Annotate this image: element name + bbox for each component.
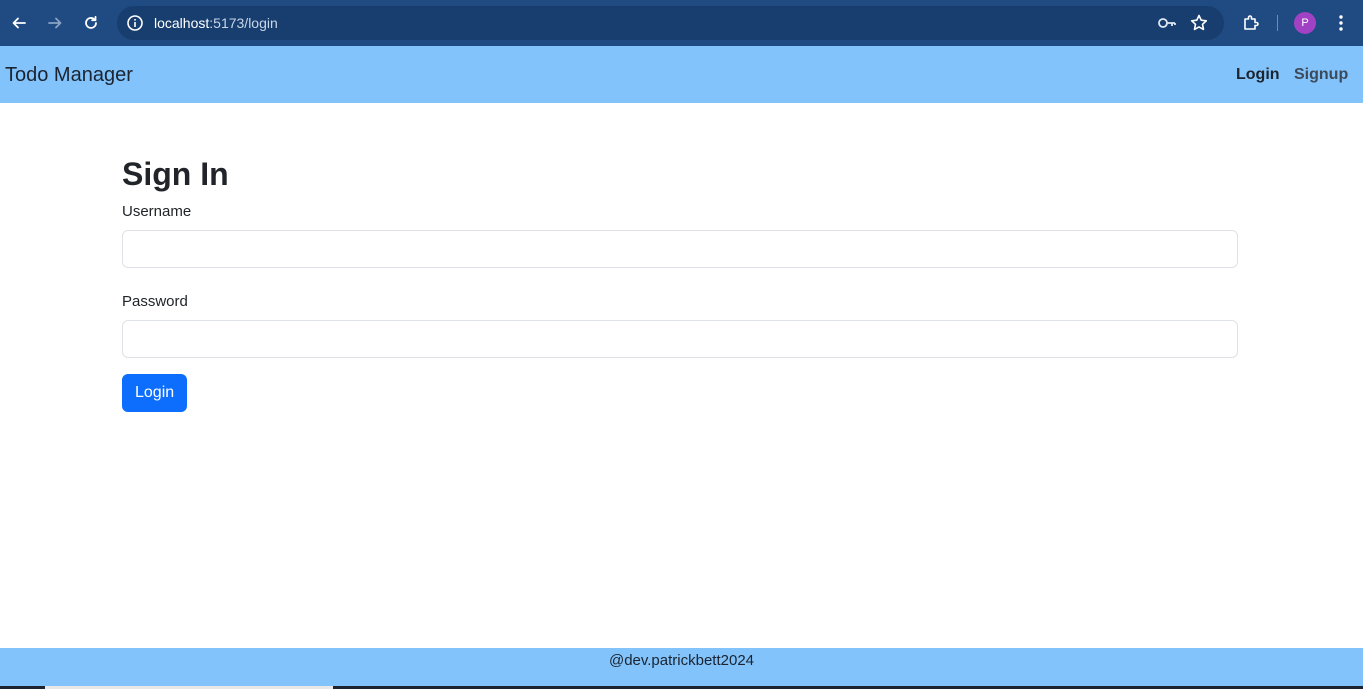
login-button[interactable]: Login [122, 374, 188, 412]
nav-signup-link[interactable]: Signup [1294, 66, 1348, 84]
password-label: Password [122, 293, 188, 310]
url-host: localhost [154, 15, 210, 31]
username-label: Username [122, 203, 192, 220]
url-path: :5173/login [209, 15, 278, 31]
password-key-icon[interactable] [1157, 14, 1177, 37]
footer-credit: @dev.patrickbett2024 [608, 652, 755, 669]
signin-form: Sign In Username Password Login [122, 150, 1238, 412]
back-arrow-icon[interactable] [4, 8, 34, 38]
url-text: localhost:5173/login [154, 15, 278, 31]
extensions-icon[interactable] [1236, 8, 1266, 38]
bookmark-star-icon[interactable] [1189, 13, 1209, 38]
profile-avatar[interactable]: P [1294, 12, 1316, 34]
address-bar[interactable]: localhost:5173/login [117, 6, 1224, 40]
brand-link[interactable]: Todo Manager [5, 64, 133, 87]
forward-arrow-icon[interactable] [40, 8, 70, 38]
site-info-icon[interactable] [126, 14, 144, 32]
password-input[interactable] [122, 320, 1238, 358]
nav-login-link[interactable]: Login [1236, 66, 1280, 84]
toolbar-divider [1277, 15, 1278, 31]
browser-toolbar: localhost:5173/login P [0, 0, 1363, 46]
reload-icon[interactable] [76, 8, 106, 38]
app-navbar: Todo Manager Login Signup [0, 46, 1363, 103]
page-title: Sign In [122, 156, 229, 192]
username-input[interactable] [122, 230, 1238, 268]
app-footer: @dev.patrickbett2024 [0, 648, 1363, 689]
more-vert-icon[interactable] [1326, 8, 1356, 38]
